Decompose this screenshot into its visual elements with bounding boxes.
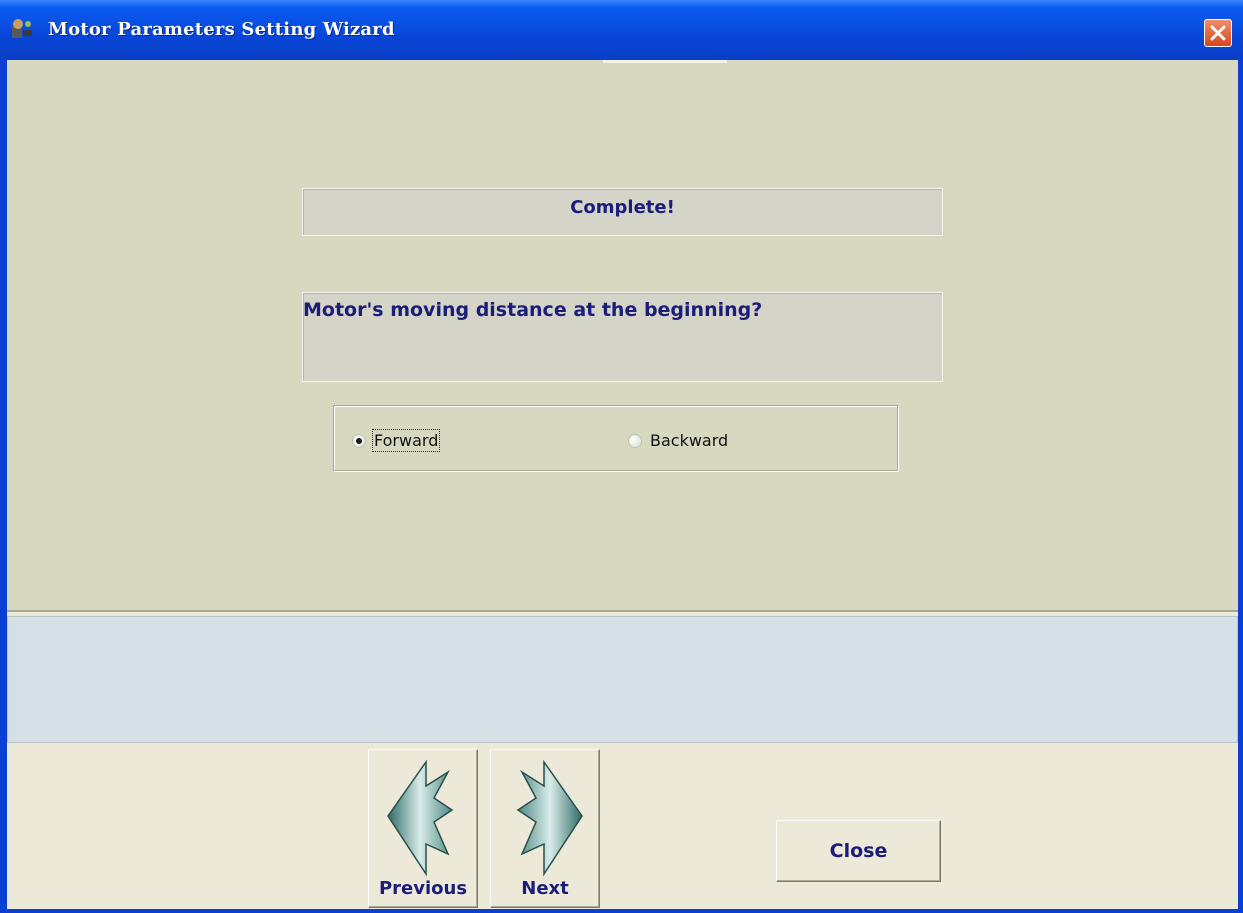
window-title: Motor Parameters Setting Wizard: [48, 19, 395, 40]
wizard-window: Motor Parameters Setting Wizard Complete…: [0, 0, 1243, 913]
status-panel: [7, 616, 1238, 743]
radio-forward[interactable]: Forward: [352, 429, 441, 452]
panel-tab-marker: [603, 60, 727, 63]
status-label: Complete!: [302, 188, 943, 236]
direction-group: Forward Backward: [333, 405, 898, 471]
button-bar: Previous Next Close: [7, 743, 1238, 909]
close-button[interactable]: Close: [776, 820, 941, 882]
client-area: Complete! Motor's moving distance at the…: [7, 60, 1238, 909]
previous-button[interactable]: Previous: [368, 749, 478, 908]
title-bar[interactable]: Motor Parameters Setting Wizard: [0, 0, 1243, 60]
radio-forward-button[interactable]: [352, 433, 366, 448]
question-label: Motor's moving distance at the beginning…: [302, 292, 943, 382]
previous-label: Previous: [378, 878, 468, 899]
radio-backward[interactable]: Backward: [628, 431, 728, 450]
next-label: Next: [521, 878, 569, 899]
radio-forward-label: Forward: [371, 429, 441, 452]
next-button[interactable]: Next: [490, 749, 600, 908]
wizard-content-panel: Complete! Motor's moving distance at the…: [7, 60, 1238, 612]
left-arrow-icon: [387, 759, 454, 877]
radio-backward-button[interactable]: [628, 433, 642, 448]
motor-app-icon: [10, 18, 36, 42]
radio-backward-label: Backward: [650, 431, 729, 450]
close-icon[interactable]: [1204, 19, 1232, 47]
right-arrow-icon: [516, 759, 583, 877]
